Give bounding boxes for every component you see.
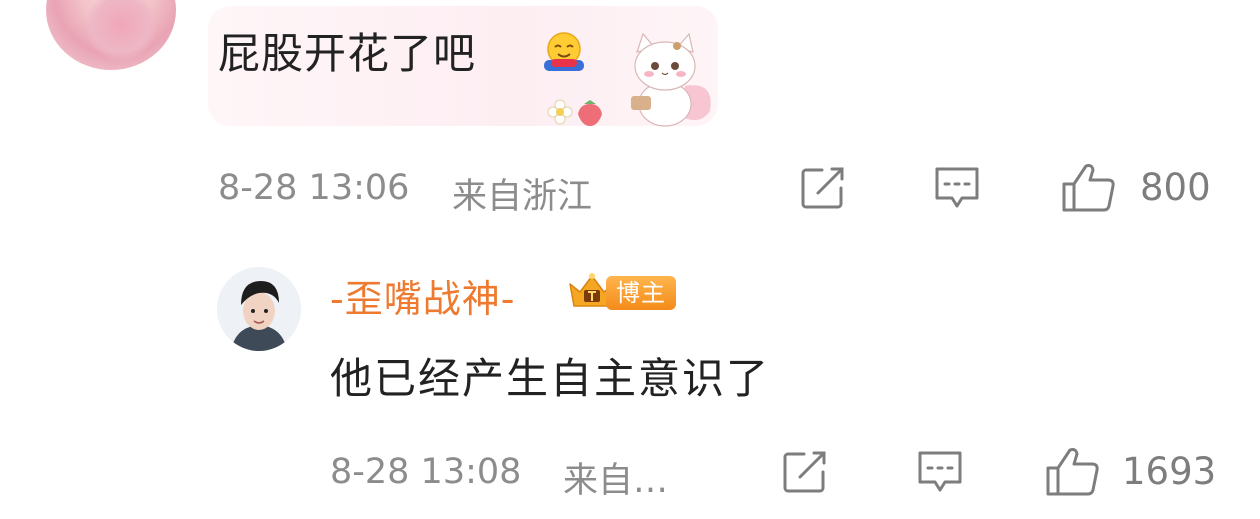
comment-text: 屁股开花了吧 <box>218 29 477 78</box>
avatar[interactable] <box>46 0 176 70</box>
share-edit-icon[interactable] <box>782 450 830 494</box>
like-thumb-icon[interactable] <box>1060 162 1118 214</box>
like-count: 800 <box>1140 166 1211 209</box>
like-count: 1693 <box>1122 450 1217 493</box>
hugging-face-emoji-icon <box>541 30 587 74</box>
comment-location: 来自浙江 <box>452 177 593 217</box>
comment-icon[interactable] <box>932 164 982 214</box>
feather-decoration <box>86 0 156 60</box>
share-edit-icon[interactable] <box>800 166 848 210</box>
username[interactable]: -歪嘴战神- <box>330 268 515 323</box>
comment-text: 他已经产生自主意识了 <box>330 354 771 403</box>
comment-time: 8-28 13:08 <box>330 452 522 492</box>
avatar[interactable] <box>217 267 301 351</box>
comment-location: 来自… <box>563 461 669 501</box>
comment-icon[interactable] <box>915 448 965 498</box>
flower-strawberry-decoration <box>546 96 626 128</box>
status-badge: 博主 <box>606 276 676 310</box>
like-thumb-icon[interactable] <box>1044 446 1102 498</box>
cat-sticker-icon <box>625 26 717 128</box>
comment-time: 8-28 13:06 <box>218 168 410 208</box>
